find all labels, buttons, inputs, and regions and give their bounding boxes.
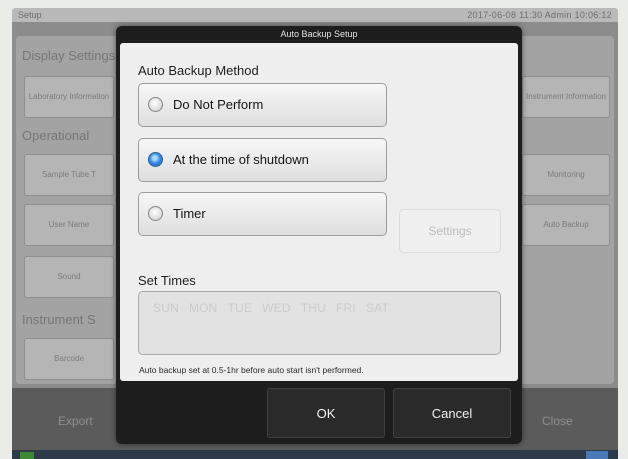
taskbar xyxy=(12,450,618,459)
day-wed[interactable]: WED xyxy=(262,301,291,315)
background-status-text: 2017-06-08 11:30 Admin 10:06:12 xyxy=(467,10,612,20)
auto-backup-setup-dialog: Auto Backup Setup Auto Backup Method Do … xyxy=(116,26,522,444)
taskbar-tray-icon[interactable] xyxy=(586,451,608,459)
radio-timer[interactable]: Timer xyxy=(138,192,387,236)
day-fri[interactable]: FRI xyxy=(336,301,356,315)
day-tue[interactable]: TUE xyxy=(228,301,253,315)
radio-button-icon xyxy=(148,97,163,112)
radio-do-not-perform[interactable]: Do Not Perform xyxy=(138,83,387,127)
export-button[interactable]: Export xyxy=(58,414,93,428)
instrument-settings-heading: Instrument S xyxy=(22,312,96,327)
radio-label: Do Not Perform xyxy=(173,97,264,112)
barcode-button[interactable]: Barcode xyxy=(24,338,114,380)
instrument-information-button[interactable]: Instrument Information xyxy=(522,76,610,118)
radio-label: Timer xyxy=(173,206,206,221)
dialog-title: Auto Backup Setup xyxy=(280,29,358,39)
day-thu[interactable]: THU xyxy=(301,301,326,315)
display-settings-heading: Display Settings xyxy=(22,48,116,63)
radio-at-shutdown[interactable]: At the time of shutdown xyxy=(138,138,387,182)
radio-button-icon xyxy=(148,206,163,221)
sample-tube-button[interactable]: Sample Tube T xyxy=(24,154,114,196)
auto-backup-method-label: Auto Backup Method xyxy=(138,63,259,78)
radio-button-icon xyxy=(148,152,163,167)
dialog-body: Auto Backup Method Do Not Perform At the… xyxy=(120,43,518,381)
day-sun[interactable]: SUN xyxy=(153,301,179,315)
auto-backup-button[interactable]: Auto Backup xyxy=(522,204,610,246)
background-titlebar: Setup 2017-06-08 11:30 Admin 10:06:12 xyxy=(12,8,618,22)
user-name-button[interactable]: User Name xyxy=(24,204,114,246)
taskbar-app-icon[interactable] xyxy=(20,452,34,459)
cancel-button[interactable]: Cancel xyxy=(393,388,511,438)
sound-button[interactable]: Sound xyxy=(24,256,114,298)
laboratory-information-button[interactable]: Laboratory Information xyxy=(24,76,114,118)
set-times-label: Set Times xyxy=(138,273,196,288)
radio-label: At the time of shutdown xyxy=(173,152,309,167)
day-selector: SUN MON TUE WED THU FRI SAT xyxy=(153,301,389,315)
background-window-title: Setup xyxy=(18,10,42,20)
close-button[interactable]: Close xyxy=(542,414,573,428)
monitoring-button[interactable]: Monitoring xyxy=(522,154,610,196)
backup-note: Auto backup set at 0.5-1hr before auto s… xyxy=(139,365,364,375)
set-times-panel: SUN MON TUE WED THU FRI SAT xyxy=(138,291,501,355)
day-mon[interactable]: MON xyxy=(189,301,218,315)
day-sat[interactable]: SAT xyxy=(366,301,389,315)
ok-button[interactable]: OK xyxy=(267,388,385,438)
operational-heading: Operational xyxy=(22,128,90,143)
settings-button[interactable]: Settings xyxy=(399,209,501,253)
